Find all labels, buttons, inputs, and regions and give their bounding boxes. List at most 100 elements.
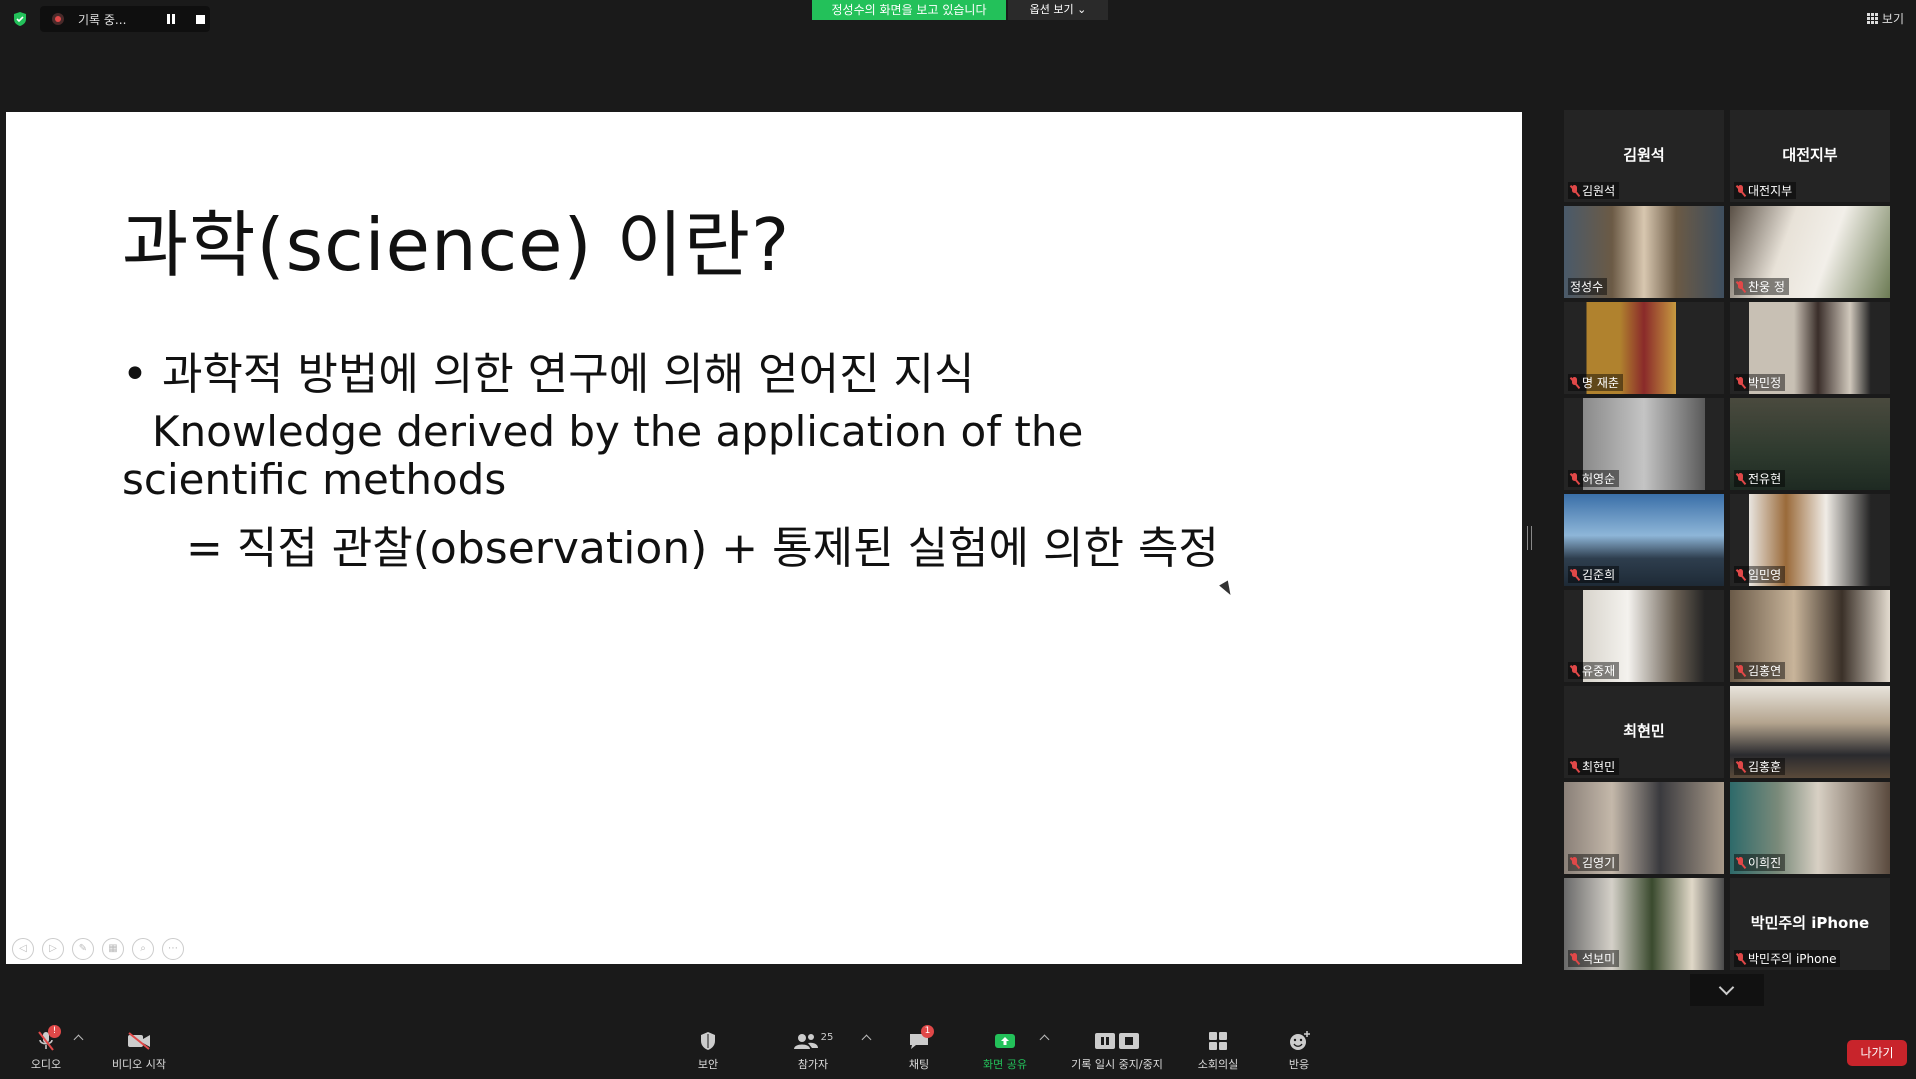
participant-label: 김영기 (1568, 854, 1620, 871)
shield-icon (701, 1032, 715, 1050)
chat-label: 채팅 (908, 1058, 930, 1071)
participant-label: 김홍훈 (1734, 758, 1786, 775)
participant-name: 김홍연 (1748, 664, 1782, 678)
more-icon[interactable]: ⋯ (162, 938, 184, 960)
splitter-handle[interactable] (1527, 526, 1532, 550)
mic-muted-icon (1736, 664, 1745, 677)
mic-muted-icon (1736, 184, 1745, 197)
slide-english-text: Knowledge derived by the application of … (122, 407, 1084, 504)
prev-slide-icon[interactable]: ◁ (12, 938, 34, 960)
participant-label: 최현민 (1568, 758, 1620, 775)
chat-button[interactable]: 1 채팅 (902, 1025, 936, 1072)
participant-label: 임민영 (1734, 566, 1786, 583)
participant-tile[interactable]: 김영기 (1564, 782, 1724, 874)
participant-tile[interactable]: 박민주의 iPhone 박민주의 iPhone (1730, 878, 1890, 970)
participant-name: 김준희 (1582, 568, 1616, 582)
record-dot-icon (52, 13, 64, 25)
participant-name: 김홍훈 (1748, 760, 1782, 774)
breakout-rooms-label: 소회의실 (1197, 1058, 1239, 1071)
participant-tile[interactable]: 박민정 (1730, 302, 1890, 394)
view-options-button[interactable]: 옵션 보기 ⌄ (1008, 0, 1108, 20)
zoom-icon[interactable]: ⌕ (132, 938, 154, 960)
mic-muted-icon (1736, 568, 1745, 581)
view-button[interactable]: 보기 (1866, 10, 1904, 27)
slide-equation: = 직접 관찰(observation) + 통제된 실험에 의한 측정 (186, 523, 1219, 574)
slides-icon[interactable]: ▦ (102, 938, 124, 960)
audio-alert-badge: ! (48, 1025, 61, 1038)
participants-icon (793, 1034, 818, 1049)
participants-count: 25 (820, 1031, 834, 1043)
participant-label: 석보미 (1568, 950, 1620, 967)
breakout-rooms-button[interactable]: 소회의실 (1192, 1028, 1244, 1072)
pen-icon[interactable]: ✎ (72, 938, 94, 960)
chevron-down-icon: ⌄ (1077, 3, 1087, 16)
participant-tile[interactable]: 허영순 (1564, 398, 1724, 490)
participant-name: 정성수 (1570, 280, 1604, 294)
participant-display-name: 박민주의 iPhone (1750, 914, 1870, 932)
participant-display-name: 대전지부 (1782, 146, 1838, 164)
audio-options-caret-icon[interactable] (73, 1034, 84, 1045)
mic-muted-icon (1570, 856, 1579, 869)
chevron-down-icon (1718, 979, 1735, 996)
participant-tile[interactable]: 이희진 (1730, 782, 1890, 874)
stop-icon[interactable] (196, 14, 205, 24)
security-button[interactable]: 보안 (690, 1028, 726, 1072)
mic-muted-icon (1736, 472, 1745, 485)
gallery-scroll-down-button[interactable] (1690, 974, 1764, 1006)
participant-tile[interactable]: 최현민 최현민 (1564, 686, 1724, 778)
participant-label: 명 재춘 (1568, 374, 1623, 391)
participant-tile[interactable]: 김준희 (1564, 494, 1724, 586)
participant-tile[interactable]: 명 재춘 (1564, 302, 1724, 394)
participant-name: 박민정 (1748, 376, 1782, 390)
mic-muted-icon (1570, 184, 1579, 197)
mic-muted-icon (1736, 856, 1745, 869)
participant-tile[interactable]: 대전지부 대전지부 (1730, 110, 1890, 202)
participant-tile[interactable]: 김홍훈 (1730, 686, 1890, 778)
start-video-button[interactable]: 비디오 시작 (104, 1028, 174, 1072)
mic-muted-icon (1570, 568, 1579, 581)
participant-tile[interactable]: 전유현 (1730, 398, 1890, 490)
share-options-caret-icon[interactable] (1039, 1034, 1050, 1045)
participant-tile[interactable]: 김홍연 (1730, 590, 1890, 682)
share-screen-button[interactable]: 화면 공유 (976, 1028, 1034, 1072)
reactions-button[interactable]: 반응 (1282, 1028, 1316, 1072)
participant-name: 박민주의 iPhone (1748, 952, 1837, 966)
meeting-toolbar: ! 오디오 비디오 시작 보안 25 참가자 1 채팅 화면 공유 기록 일시 … (0, 1020, 1916, 1079)
participant-display-name: 김원석 (1623, 146, 1665, 164)
slide-title: 과학(science) 이란? (122, 203, 791, 287)
audio-button[interactable]: ! 오디오 (26, 1025, 66, 1072)
participant-name: 김영기 (1582, 856, 1616, 870)
participant-tile[interactable]: 찬웅 정 (1730, 206, 1890, 298)
reaction-smiley-icon (1290, 1031, 1310, 1050)
participant-tile[interactable]: 임민영 (1730, 494, 1890, 586)
participants-options-caret-icon[interactable] (861, 1034, 872, 1045)
participant-name: 허영순 (1582, 472, 1616, 486)
share-screen-icon (995, 1034, 1015, 1048)
participant-name: 유중재 (1582, 664, 1616, 678)
recording-indicator: 기록 중... (40, 6, 210, 32)
participants-button[interactable]: 25 참가자 (790, 1028, 836, 1072)
pause-icon[interactable] (166, 14, 176, 24)
participant-label: 김준희 (1568, 566, 1620, 583)
start-video-label: 비디오 시작 (111, 1058, 167, 1071)
participant-label: 정성수 (1568, 278, 1608, 295)
participant-tile[interactable]: 김원석 김원석 (1564, 110, 1724, 202)
record-pause-stop-button[interactable]: 기록 일시 중지/중지 (1062, 1028, 1172, 1072)
leave-button[interactable]: 나가기 (1847, 1040, 1907, 1066)
participant-tile[interactable]: 정성수 (1564, 206, 1724, 298)
mic-muted-icon (1736, 376, 1745, 389)
mic-muted-icon (1570, 472, 1579, 485)
mic-muted-icon (1570, 376, 1579, 389)
participant-name: 대전지부 (1748, 184, 1793, 198)
shield-icon[interactable] (12, 11, 28, 27)
slide-controls: ◁ ▷ ✎ ▦ ⌕ ⋯ (12, 938, 184, 960)
record-label: 기록 일시 중지/중지 (1071, 1058, 1163, 1071)
recording-label: 기록 중... (78, 12, 127, 27)
participant-tile[interactable]: 석보미 (1564, 878, 1724, 970)
view-options-label: 옵션 보기 (1029, 3, 1074, 16)
participant-tile[interactable]: 유중재 (1564, 590, 1724, 682)
next-slide-icon[interactable]: ▷ (42, 938, 64, 960)
share-screen-label: 화면 공유 (983, 1058, 1027, 1071)
participant-label: 김원석 (1568, 182, 1620, 199)
mic-muted-icon (1736, 952, 1745, 965)
